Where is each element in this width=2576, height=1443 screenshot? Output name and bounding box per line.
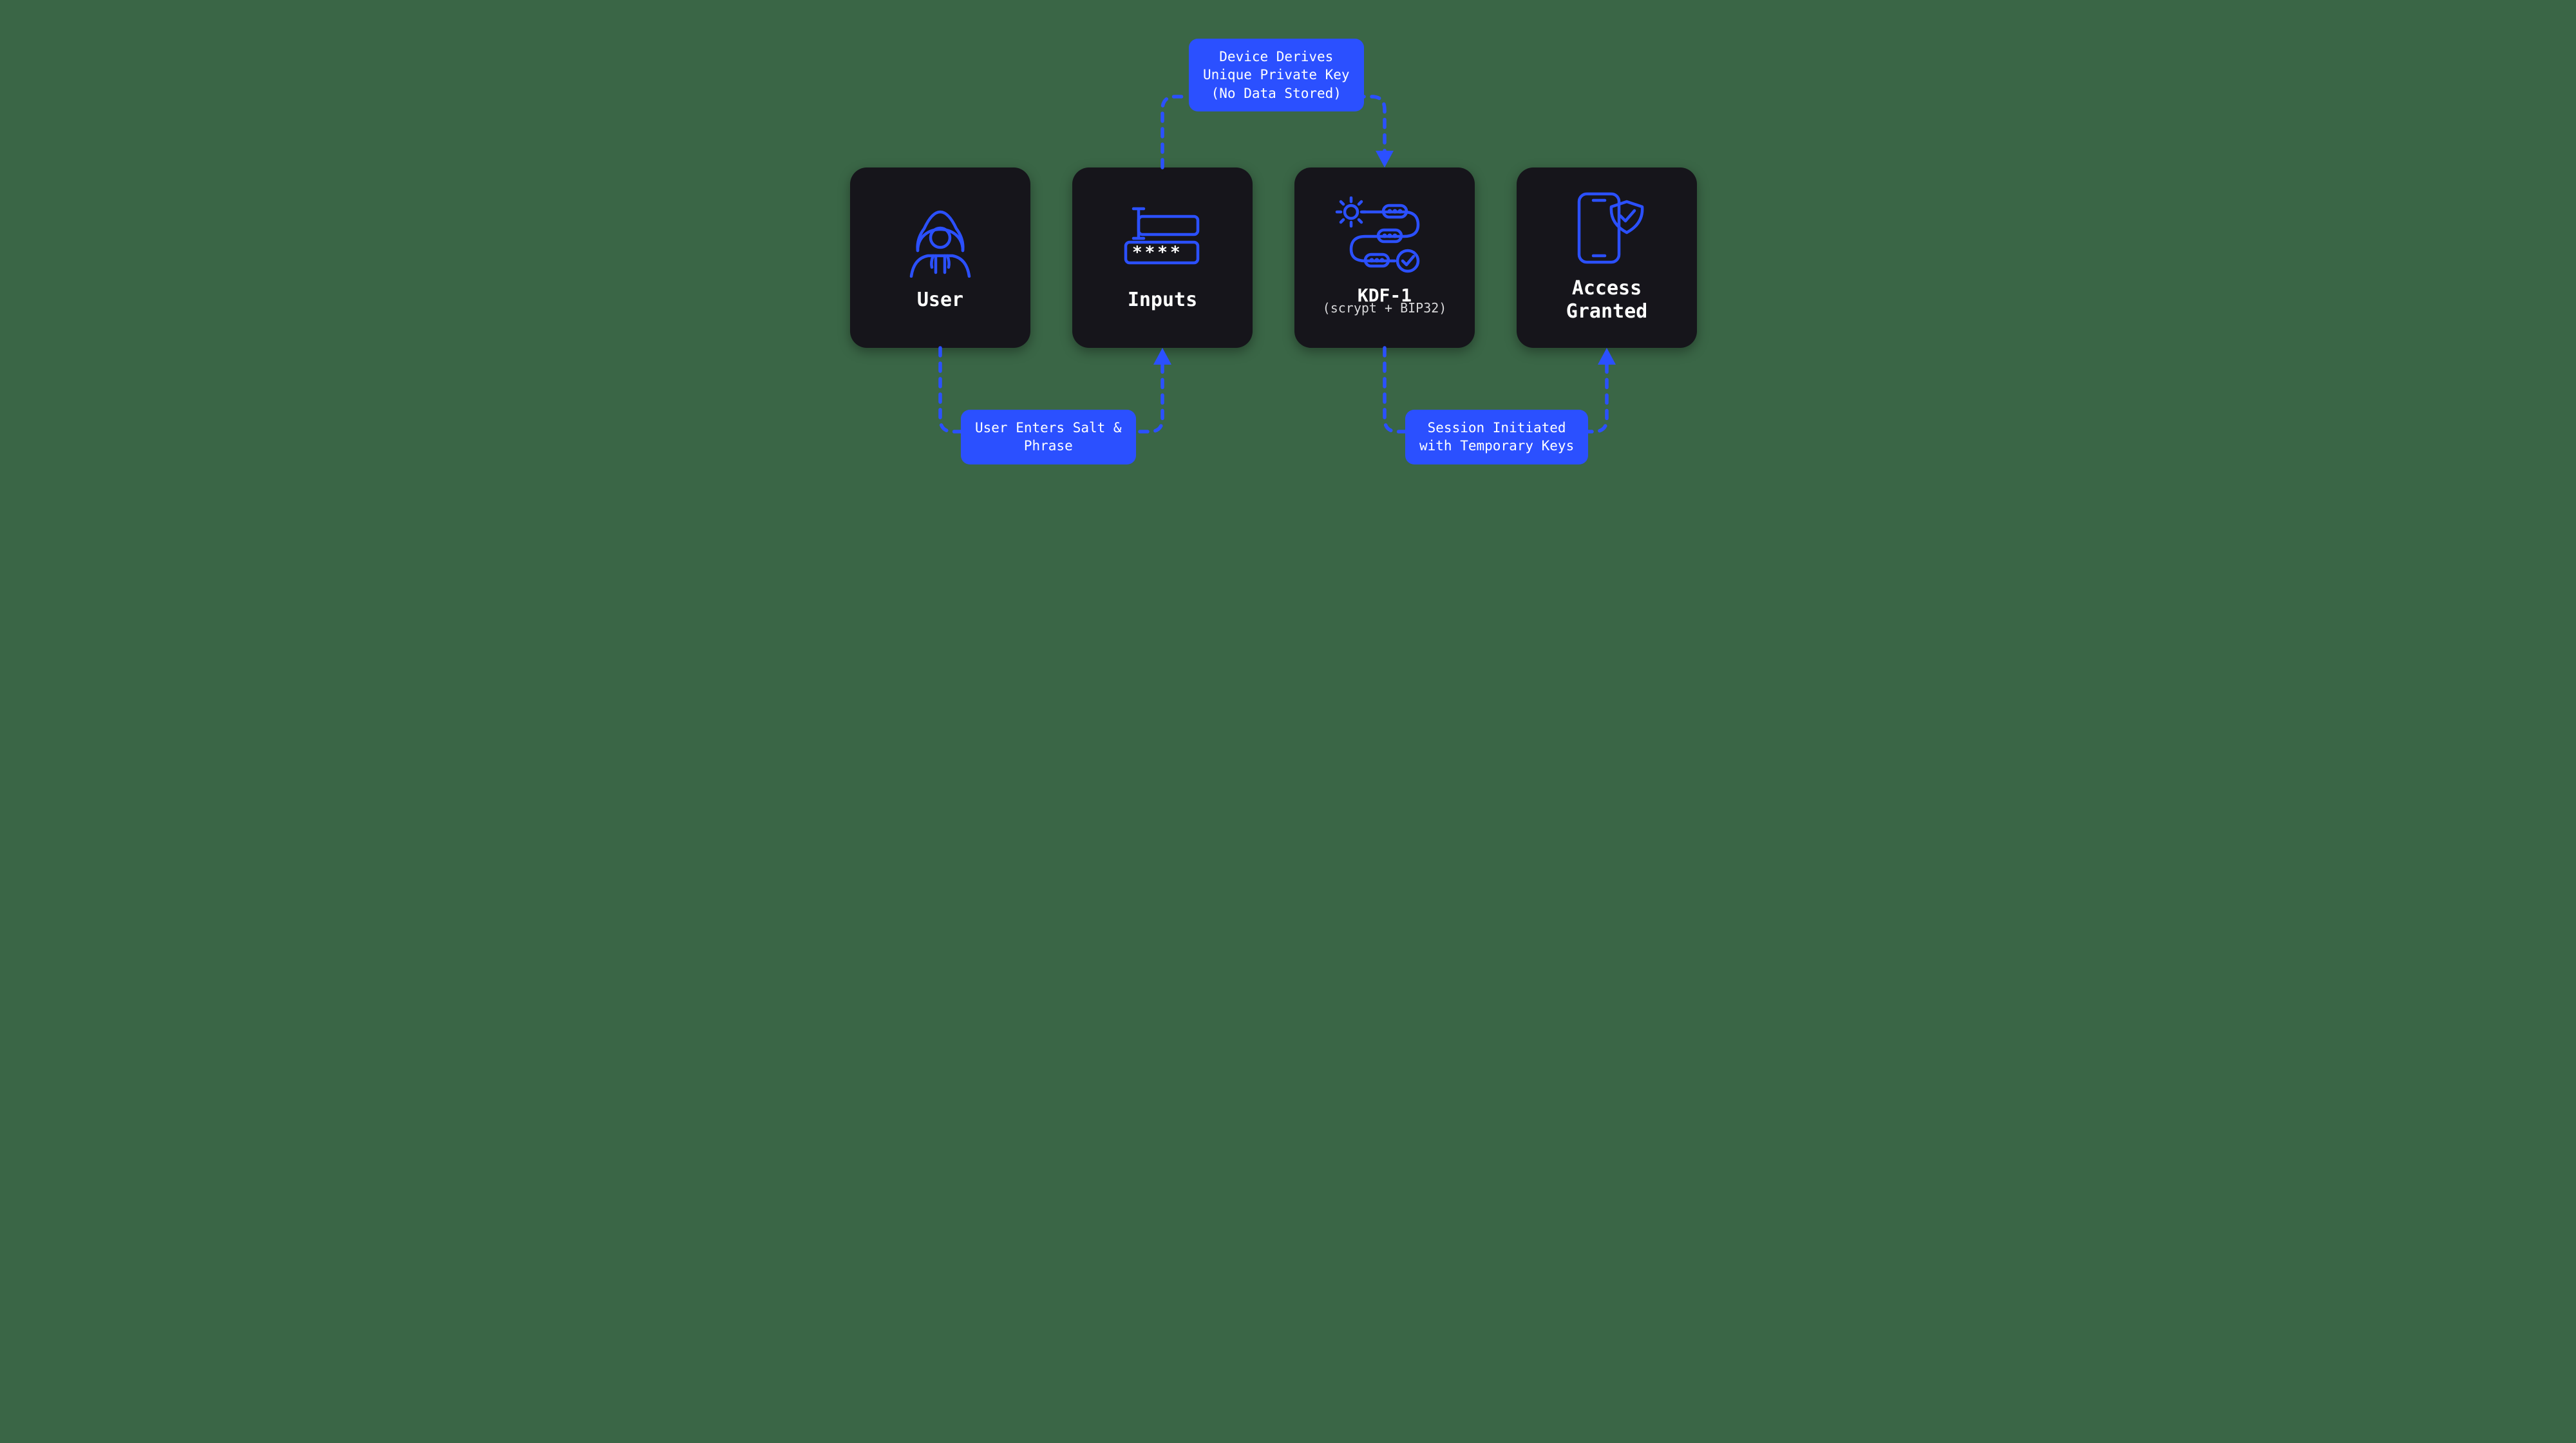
label-bottom-right: Session Initiated with Temporary Keys — [1405, 410, 1588, 464]
diagram-stage: User **** Inputs — [805, 0, 1771, 541]
connector-bottom-right — [805, 0, 1771, 541]
